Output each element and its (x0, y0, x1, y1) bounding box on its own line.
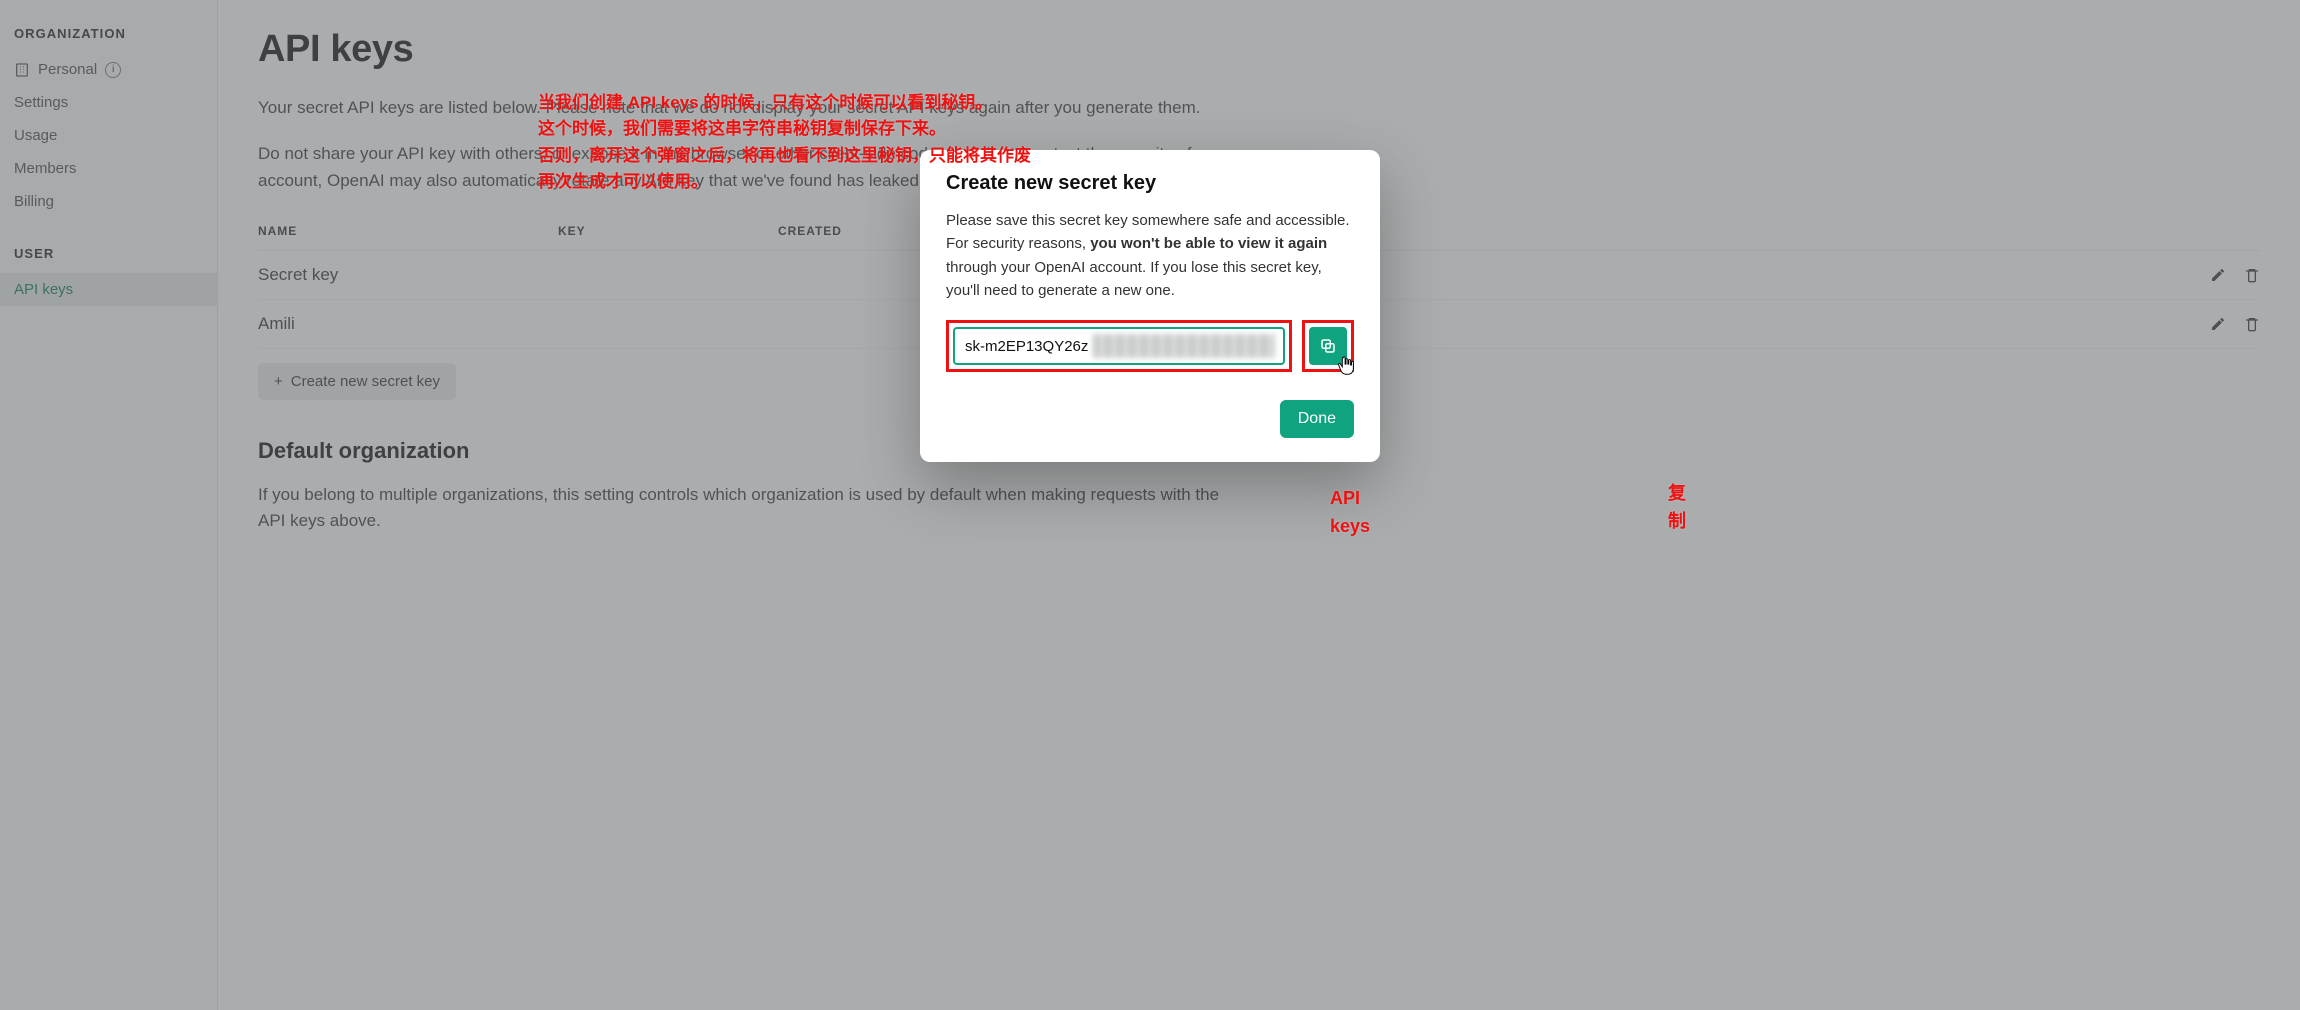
key-blur-mask (1093, 334, 1275, 358)
modal-desc-suffix: through your OpenAI account. If you lose… (946, 259, 1322, 299)
done-button[interactable]: Done (1280, 400, 1354, 438)
key-input-highlight (946, 320, 1292, 372)
key-area (946, 320, 1354, 372)
anno-text: 这个时候，我们需要将这串字符串秘钥复制保存下来。 (538, 119, 946, 138)
annotation-copy: 复制 (1668, 480, 1686, 536)
modal-actions: Done (946, 400, 1354, 438)
modal-description: Please save this secret key somewhere sa… (946, 209, 1354, 302)
create-key-modal: Create new secret key Please save this s… (920, 150, 1380, 462)
copy-icon (1319, 337, 1337, 355)
annotation-api-keys: API keys (1330, 485, 1380, 541)
anno-keyword: API keys (628, 93, 699, 112)
modal-desc-bold: you won't be able to view it again (1090, 235, 1327, 252)
anno-text: 当我们创建 (538, 93, 628, 112)
copy-key-button[interactable] (1309, 327, 1347, 365)
anno-text: 再次生成才可以使用。 (538, 172, 708, 191)
modal-overlay[interactable]: Create new secret key Please save this s… (0, 0, 2300, 1010)
copy-button-highlight (1302, 320, 1354, 372)
anno-text: 的时候，只有这个时候可以看到秘钥。 (699, 93, 993, 112)
app-root: ORGANIZATION Personal i Settings Usage M… (0, 0, 2300, 1010)
modal-title: Create new secret key (946, 172, 1354, 195)
